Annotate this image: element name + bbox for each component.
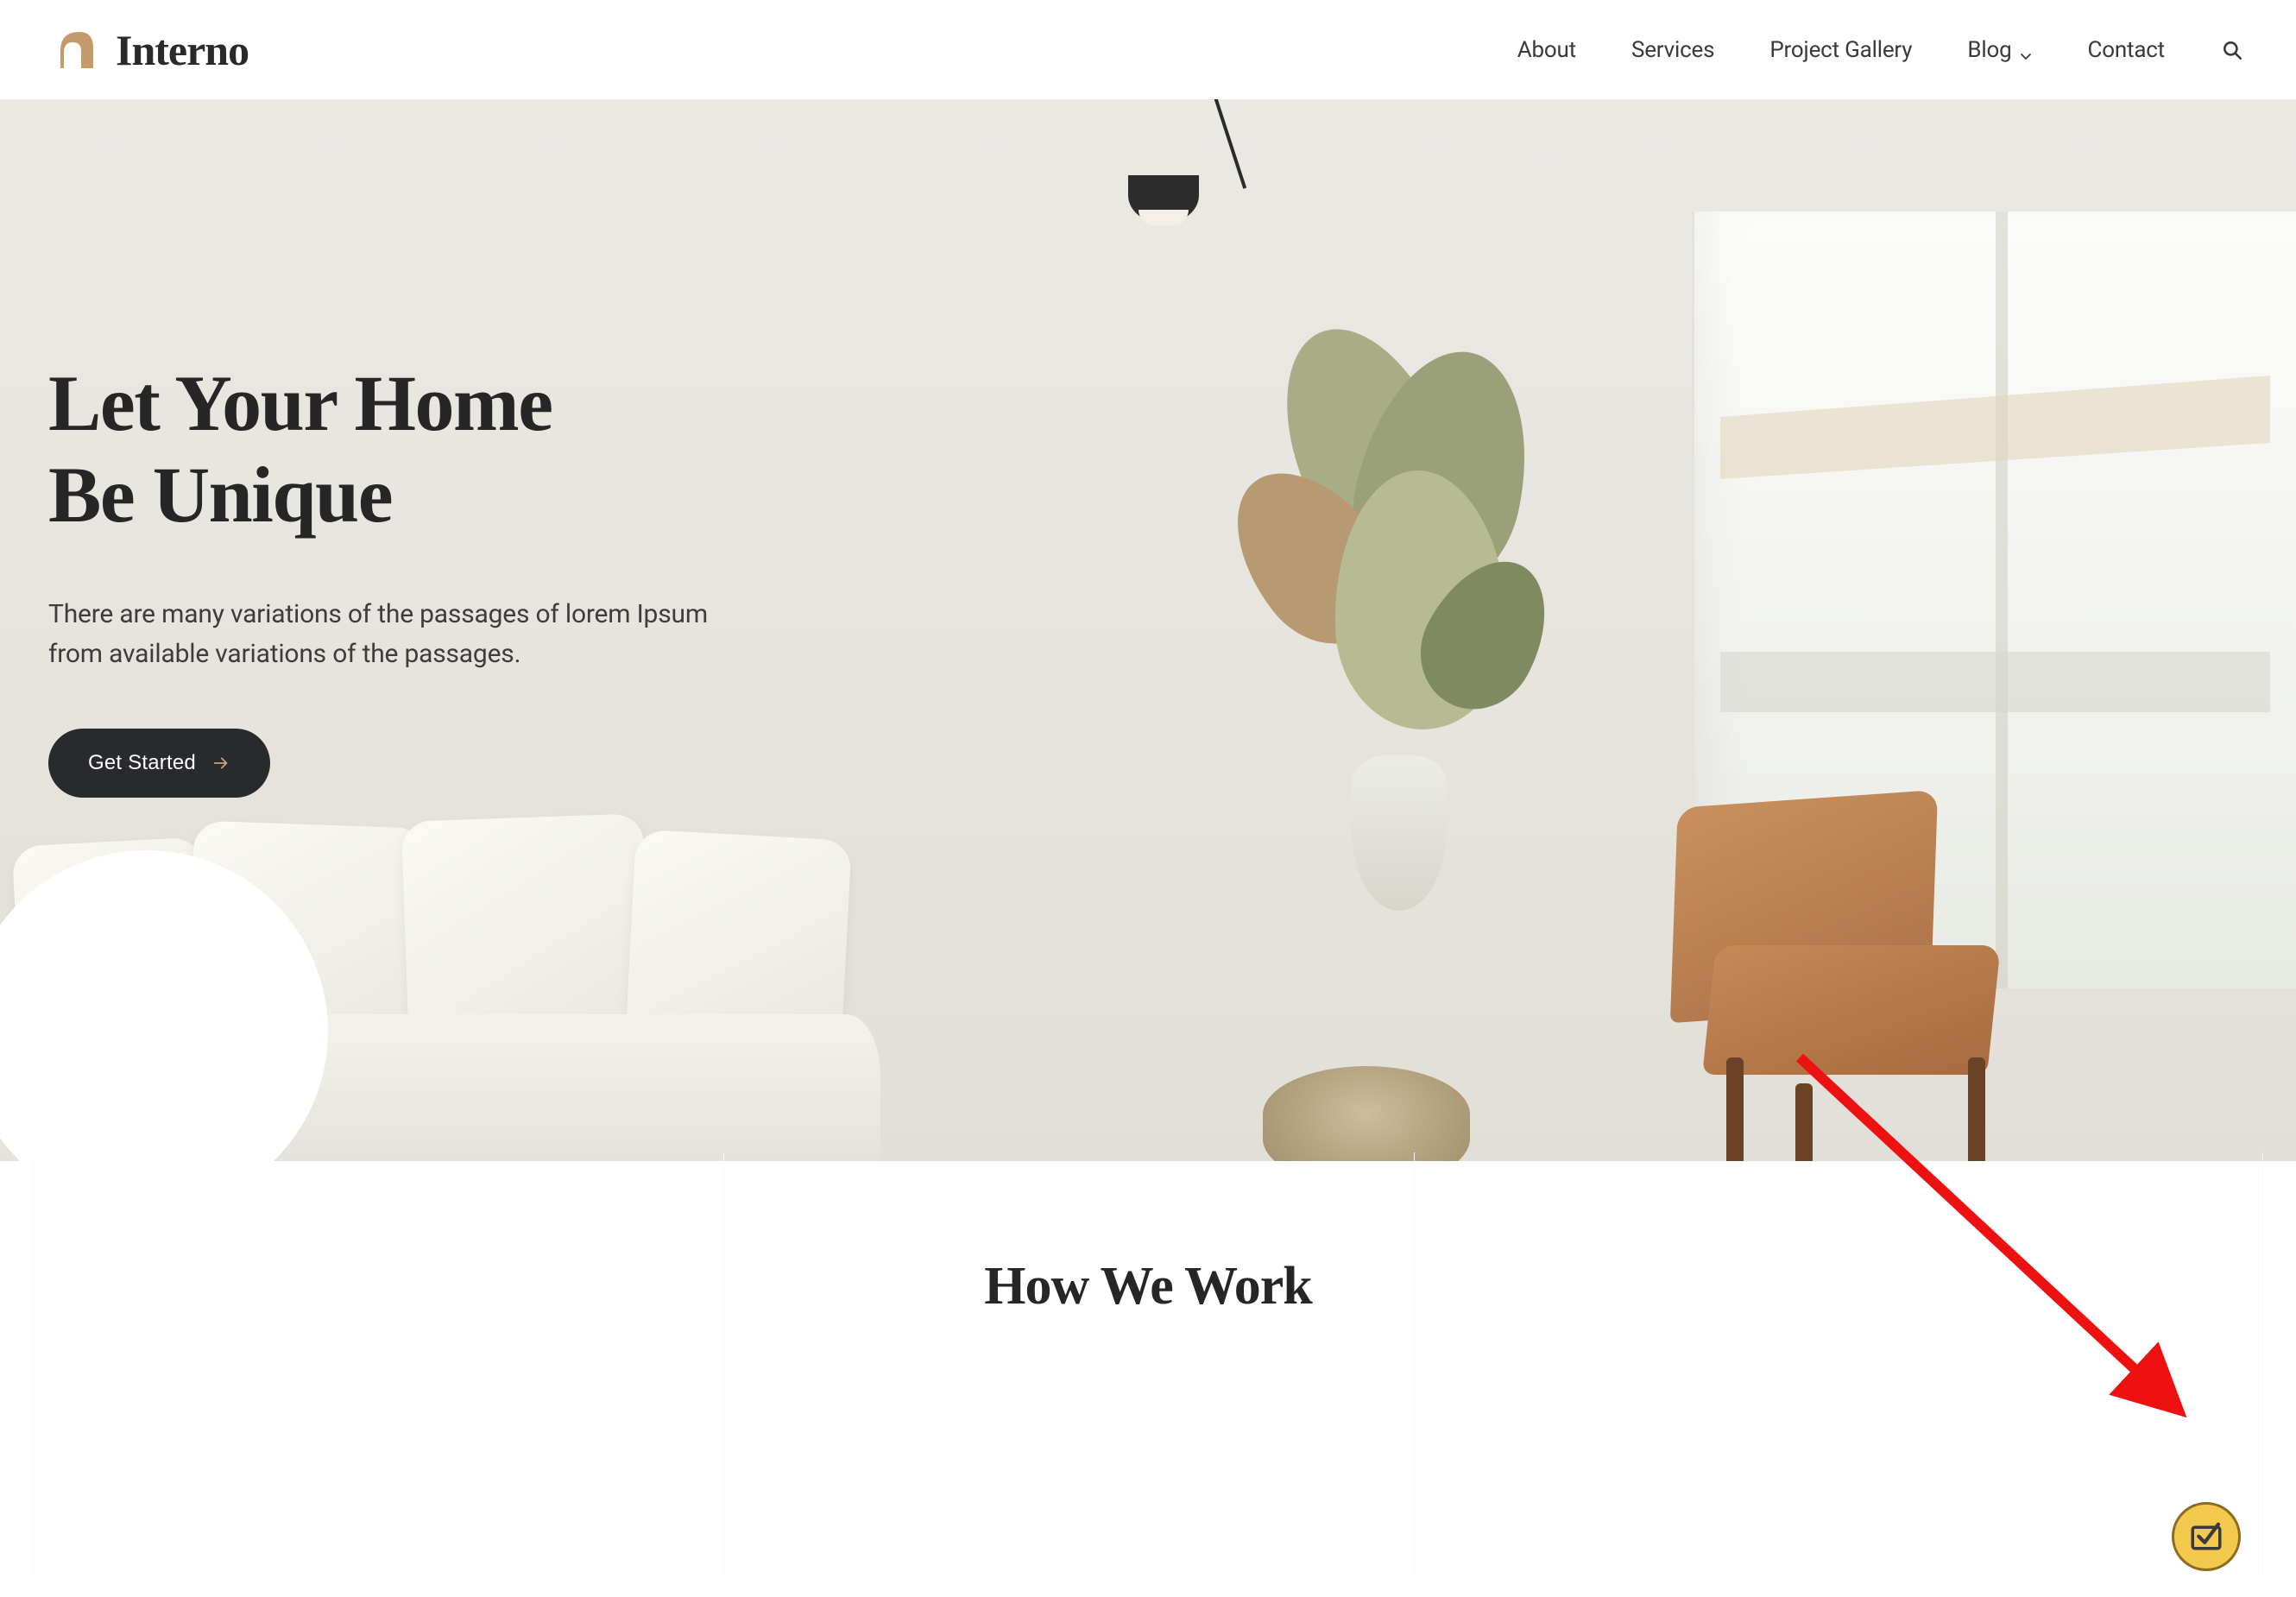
nav-blog[interactable]: Blog [1967,37,2032,63]
hero-subtitle: There are many variations of the passage… [48,595,739,675]
cta-label: Get Started [88,751,196,775]
hero-content: Let Your Home Be Unique There are many v… [0,99,794,798]
hero: Let Your Home Be Unique There are many v… [0,99,2296,1161]
logo-arch-icon [52,25,102,75]
site-header: Interno About Services Project Gallery B… [0,0,2296,99]
hero-title: Let Your Home Be Unique [48,358,794,541]
checkbox-vote-icon [2188,1517,2224,1556]
vertical-divider [723,1152,724,1576]
get-started-button[interactable]: Get Started [48,729,270,798]
primary-nav: About Services Project Gallery Blog Cont… [1517,37,2244,63]
search-icon[interactable] [2220,38,2244,62]
vertical-divider [2262,1152,2263,1576]
lamp-decoration [1102,99,1232,255]
chair-decoration [1675,798,2037,1161]
section-title: How We Work [35,1256,2261,1317]
nav-project-gallery[interactable]: Project Gallery [1769,37,1912,63]
vertical-divider [1414,1152,1415,1576]
hero-title-line2: Be Unique [48,451,392,539]
nav-blog-label: Blog [1967,37,2011,63]
nav-about[interactable]: About [1517,37,1576,63]
plant-decoration [1239,315,1559,911]
arrow-right-icon [211,754,230,773]
chevron-down-icon [2019,43,2033,57]
feedback-badge-button[interactable] [2172,1502,2241,1571]
stool-decoration [1263,1066,1470,1161]
how-we-work-section: How We Work [0,1152,2296,1576]
hero-title-line1: Let Your Home [48,359,552,447]
logo-text: Interno [116,25,249,75]
nav-services[interactable]: Services [1631,37,1714,63]
nav-contact[interactable]: Contact [2088,37,2165,63]
vertical-divider [33,1152,34,1576]
logo[interactable]: Interno [52,25,249,75]
